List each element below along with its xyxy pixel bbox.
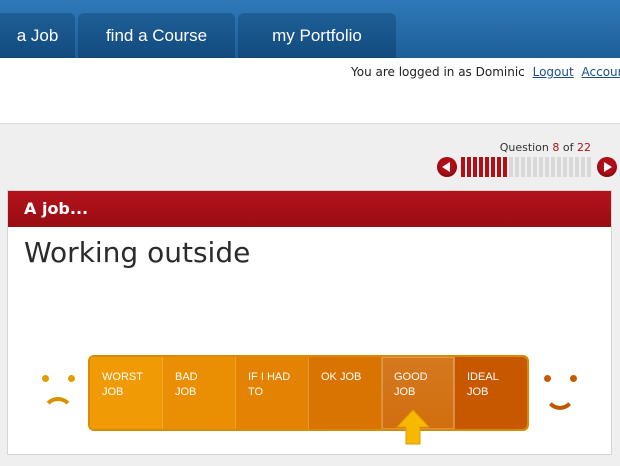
rating-option-label: JOB <box>467 386 489 398</box>
progress-segment <box>467 157 471 177</box>
progress-segment <box>569 157 573 177</box>
progress-segment <box>473 157 477 177</box>
rating-scale: WORST JOB BAD JOB IF I HAD TO OK JOB GOOD JOB IDE… <box>88 355 529 431</box>
tab-my-portfolio[interactable]: my Portfolio <box>238 13 396 58</box>
rating-option-label: BAD <box>175 371 198 383</box>
progress-segment <box>551 157 555 177</box>
question-counter: Question 8 of 22 <box>500 141 591 154</box>
tab-find-a-course[interactable]: find a Course <box>78 13 235 58</box>
progress-segment <box>581 157 585 177</box>
top-nav-bar: a Job find a Course my Portfolio <box>0 0 620 58</box>
rating-option-label: IF I HAD <box>248 371 291 383</box>
rating-option-label: IDEAL <box>467 371 499 383</box>
tab-find-a-job[interactable]: a Job <box>0 13 75 58</box>
question-label: Question <box>499 141 549 154</box>
question-of: of <box>562 141 574 154</box>
progress-segment <box>509 157 513 177</box>
progress-segment <box>539 157 543 177</box>
rating-option-label: JOB <box>102 386 124 398</box>
rating-option-label: OK JOB <box>321 371 362 383</box>
sad-face-icon <box>38 372 82 418</box>
progress-segment <box>563 157 567 177</box>
happy-face-icon <box>540 372 584 418</box>
progress-segment <box>587 157 591 177</box>
rating-option[interactable]: IF I HAD TO <box>236 357 309 429</box>
arrow-left-icon[interactable] <box>437 157 457 177</box>
progress-segment <box>575 157 579 177</box>
rating-option-label: WORST <box>102 371 143 383</box>
progress-segment <box>485 157 489 177</box>
question-progress-bar <box>461 157 591 177</box>
arrow-right-icon[interactable] <box>597 157 617 177</box>
rating-option-label: JOB <box>394 386 416 398</box>
rating-option[interactable]: IDEAL JOB <box>455 357 527 429</box>
account-link[interactable]: Account <box>582 65 620 79</box>
question-title: Working outside <box>24 236 251 269</box>
rating-option[interactable]: OK JOB <box>309 357 382 429</box>
progress-segment <box>527 157 531 177</box>
progress-segment <box>491 157 495 177</box>
question-total: 22 <box>577 141 591 154</box>
rating-option[interactable]: WORST JOB <box>90 357 163 429</box>
progress-segment <box>515 157 519 177</box>
rating-option-label: GOOD <box>394 371 428 383</box>
logged-in-text: You are logged in as Dominic <box>351 65 525 79</box>
progress-segment <box>533 157 537 177</box>
progress-segment <box>479 157 483 177</box>
progress-segment <box>557 157 561 177</box>
logout-link[interactable]: Logout <box>533 65 574 79</box>
login-status: You are logged in as Dominic Logout Acco… <box>351 65 620 79</box>
progress-segment <box>503 157 507 177</box>
question-current: 8 <box>552 141 560 154</box>
rating-option-label: JOB <box>175 386 197 398</box>
rating-option[interactable]: BAD JOB <box>163 357 236 429</box>
up-arrow-icon <box>396 409 430 445</box>
rating-option-label: TO <box>248 386 264 398</box>
progress-segment <box>545 157 549 177</box>
progress-segment <box>461 157 465 177</box>
progress-segment <box>521 157 525 177</box>
progress-segment <box>497 157 501 177</box>
card-header: A job... <box>8 191 611 227</box>
